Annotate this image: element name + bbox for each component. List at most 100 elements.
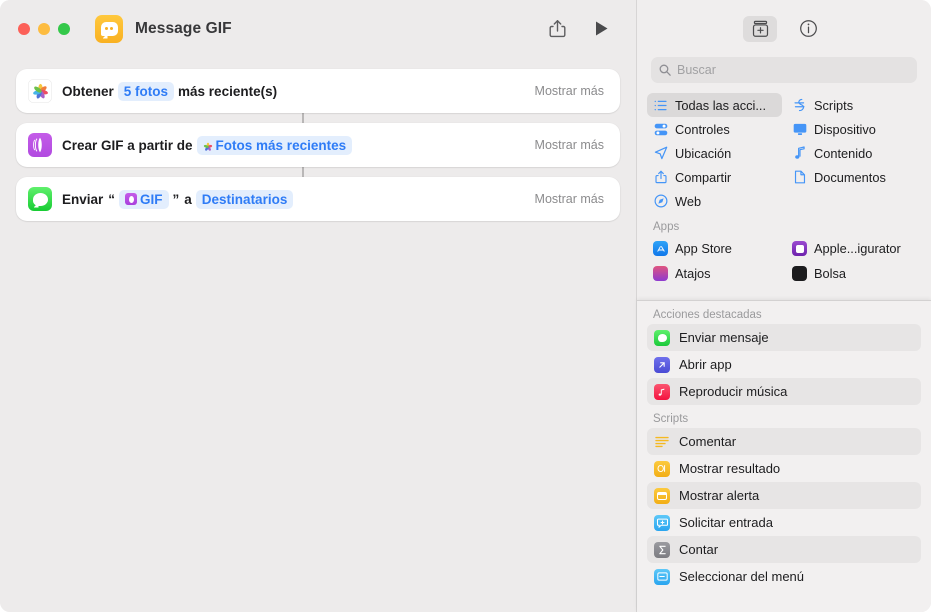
category-label: Contenido — [814, 145, 873, 161]
action-card-enviar-mensaje[interactable]: Enviar “ GIF ” a Destinatarios Mostrar m… — [16, 177, 620, 221]
app-label: Atajos — [675, 266, 711, 281]
action-prefix: Obtener — [62, 83, 114, 99]
list-item-enviar-mensaje[interactable]: Enviar mensaje — [647, 324, 921, 351]
location-arrow-icon — [653, 146, 668, 160]
category-web[interactable]: Web — [647, 189, 782, 213]
action-library-icon[interactable] — [743, 15, 777, 42]
search-container: Buscar — [637, 57, 931, 93]
list-item-mostrar-resultado[interactable]: Mostrar resultado — [647, 455, 921, 482]
category-label: Dispositivo — [814, 121, 876, 137]
search-icon — [659, 64, 671, 76]
share-icon — [653, 170, 668, 184]
safari-compass-icon — [653, 194, 668, 208]
show-result-icon — [654, 460, 670, 477]
gif-square-icon — [125, 193, 138, 205]
messages-icon — [654, 329, 670, 346]
category-label: Ubicación — [675, 145, 732, 161]
display-icon — [792, 123, 807, 136]
share-icon[interactable] — [542, 16, 572, 42]
traffic-lights — [18, 22, 70, 35]
action-token-gif[interactable]: GIF — [119, 189, 169, 209]
list-item-contar[interactable]: Contar — [647, 536, 921, 563]
open-app-icon — [654, 356, 670, 373]
category-dispositivo[interactable]: Dispositivo — [786, 117, 921, 141]
scripts-icon — [792, 98, 807, 112]
controls-icon — [653, 123, 668, 136]
close-button[interactable] — [18, 22, 30, 35]
featured-actions-list: Enviar mensaje Abrir app Reproducir músi… — [637, 324, 931, 405]
list-item-label: Mostrar alerta — [679, 488, 760, 503]
list-item-label: Abrir app — [679, 357, 732, 372]
action-description: Crear GIF a partir de Fotos más reciente… — [62, 135, 356, 155]
category-label: Todas las acci... — [675, 97, 767, 113]
category-label: Scripts — [814, 97, 854, 113]
info-icon[interactable] — [791, 16, 825, 42]
action-prefix: Crear GIF a partir de — [62, 137, 193, 153]
list-item-abrir-app[interactable]: Abrir app — [647, 351, 921, 378]
stocks-icon — [792, 266, 807, 281]
action-token-photos[interactable]: Fotos más recientes — [196, 135, 353, 155]
document-icon — [792, 170, 807, 184]
list-item-seleccionar-del-menu[interactable]: Seleccionar del menú — [647, 563, 921, 590]
list-item-label: Solicitar entrada — [679, 515, 773, 530]
category-label: Documentos — [814, 169, 886, 185]
category-label: Controles — [675, 121, 730, 137]
list-item-label: Mostrar resultado — [679, 461, 781, 476]
app-label: Apple...igurator — [814, 241, 901, 256]
app-label: App Store — [675, 241, 732, 256]
app-item-apple-configurator[interactable]: Apple...igurator — [786, 236, 921, 261]
list-item-solicitar-entrada[interactable]: Solicitar entrada — [647, 509, 921, 536]
scripts-actions-list: Comentar Mostrar resultado Mostrar alert… — [637, 428, 931, 590]
action-suffix: más reciente(s) — [178, 83, 278, 99]
action-card-crear-gif[interactable]: Crear GIF a partir de Fotos más reciente… — [16, 123, 620, 167]
action-token-count[interactable]: 5 fotos — [117, 81, 175, 101]
zoom-button[interactable] — [58, 22, 70, 35]
list-item-label: Comentar — [679, 434, 737, 449]
action-card-obtener-fotos[interactable]: Obtener 5 fotos más reciente(s) Mostrar … — [16, 69, 620, 113]
list-item-label: Contar — [679, 542, 719, 557]
category-scripts[interactable]: Scripts — [786, 93, 921, 117]
list-item-reproducir-musica[interactable]: Reproducir música — [647, 378, 921, 405]
show-alert-icon — [654, 487, 670, 504]
apps-grid: App Store Apple...igurator Atajos Bolsa — [637, 236, 931, 286]
list-item-mostrar-alerta[interactable]: Mostrar alerta — [647, 482, 921, 509]
run-icon[interactable] — [586, 16, 616, 42]
show-more-button[interactable]: Mostrar más — [535, 84, 604, 98]
page-title: Message GIF — [135, 19, 232, 37]
category-contenido[interactable]: Contenido — [786, 141, 921, 165]
action-middle: a — [184, 191, 192, 207]
app-label: Bolsa — [814, 266, 847, 281]
ask-input-icon — [654, 514, 670, 531]
app-store-icon — [653, 241, 668, 256]
open-quote: “ — [108, 191, 116, 207]
apple-configurator-icon — [792, 241, 807, 256]
list-item-label: Seleccionar del menú — [679, 569, 805, 584]
category-controles[interactable]: Controles — [647, 117, 782, 141]
app-item-bolsa[interactable]: Bolsa — [786, 261, 921, 286]
photos-dot-icon — [203, 140, 213, 151]
app-item-app-store[interactable]: App Store — [647, 236, 782, 261]
count-sigma-icon — [654, 541, 670, 558]
action-description: Enviar “ GIF ” a Destinatarios — [62, 189, 297, 209]
category-ubicacion[interactable]: Ubicación — [647, 141, 782, 165]
action-library-sidebar: Buscar Todas las acci... Scripts Control… — [636, 0, 931, 612]
apps-section-header: Apps — [653, 221, 680, 233]
search-input[interactable]: Buscar — [651, 57, 917, 83]
music-note-icon — [792, 146, 807, 160]
show-more-button[interactable]: Mostrar más — [535, 192, 604, 206]
category-label: Web — [675, 193, 702, 209]
comment-icon — [654, 434, 670, 450]
category-todas-las-acciones[interactable]: Todas las acci... — [647, 93, 782, 117]
list-item-comentar[interactable]: Comentar — [647, 428, 921, 455]
category-compartir[interactable]: Compartir — [647, 165, 782, 189]
list-icon — [653, 100, 668, 111]
category-label: Compartir — [675, 169, 732, 185]
choose-menu-icon — [654, 568, 670, 585]
action-token-recipients[interactable]: Destinatarios — [195, 189, 294, 209]
app-item-atajos[interactable]: Atajos — [647, 261, 782, 286]
category-documentos[interactable]: Documentos — [786, 165, 921, 189]
minimize-button[interactable] — [38, 22, 50, 35]
show-more-button[interactable]: Mostrar más — [535, 138, 604, 152]
list-item-label: Reproducir música — [679, 384, 788, 399]
action-prefix: Enviar — [62, 191, 104, 207]
